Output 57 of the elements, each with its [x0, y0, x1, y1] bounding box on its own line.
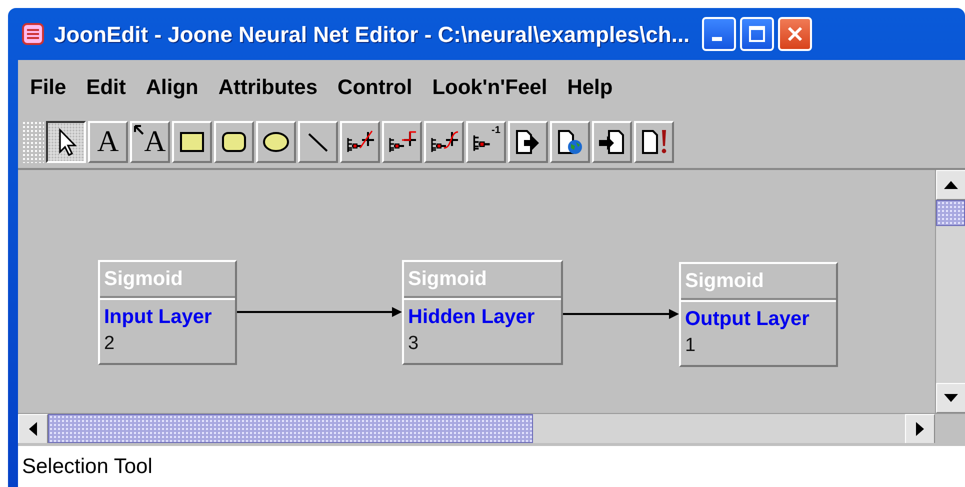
layer-node[interactable]: Sigmoid Input Layer 2 — [98, 260, 237, 365]
scroll-down-button[interactable] — [936, 383, 965, 413]
tool-button[interactable] — [256, 121, 296, 163]
layer-node[interactable]: Sigmoid Hidden Layer 3 — [402, 260, 563, 365]
toolbar-grip[interactable] — [22, 121, 44, 163]
tool-button[interactable] — [340, 121, 380, 163]
tool-button[interactable] — [634, 121, 674, 163]
left-arrow-icon — [29, 422, 37, 436]
arrow-icon — [134, 125, 144, 135]
horizontal-scrollbar[interactable] — [18, 413, 965, 443]
menu-item[interactable]: Edit — [78, 70, 134, 106]
scroll-up-button[interactable] — [936, 170, 965, 200]
right-arrow-icon — [916, 422, 924, 436]
layer-type: Sigmoid — [404, 262, 561, 298]
vertical-scrollbar[interactable] — [935, 170, 965, 413]
layer-node[interactable]: Sigmoid Output Layer 1 — [679, 262, 838, 367]
tool-button[interactable] — [592, 121, 632, 163]
tool-button[interactable] — [214, 121, 254, 163]
maximize-icon — [748, 25, 766, 43]
status-text: Selection Tool — [22, 454, 152, 480]
close-icon — [786, 25, 804, 43]
layer-size: 1 — [684, 334, 697, 358]
menu-item[interactable]: Align — [138, 70, 206, 106]
text-tool-button[interactable]: A — [130, 121, 170, 163]
up-arrow-icon — [944, 181, 958, 189]
layer-name: Hidden Layer — [407, 305, 536, 330]
layer-size: 3 — [407, 332, 420, 356]
layer-type: Sigmoid — [681, 264, 836, 300]
scroll-right-button[interactable] — [905, 414, 935, 444]
tool-button[interactable] — [298, 121, 338, 163]
minimize-button[interactable] — [702, 17, 736, 51]
down-arrow-icon — [944, 394, 958, 402]
menu-item[interactable]: Attributes — [210, 70, 326, 106]
scroll-thumb[interactable] — [936, 200, 965, 226]
scroll-left-button[interactable] — [18, 414, 48, 444]
pointer-tool-button[interactable] — [46, 121, 86, 163]
tool-button[interactable] — [550, 121, 590, 163]
tool-button[interactable] — [424, 121, 464, 163]
maximize-button[interactable] — [740, 17, 774, 51]
menu-item[interactable]: Control — [330, 70, 420, 106]
close-button[interactable] — [778, 17, 812, 51]
window-title: JoonEdit - Joone Neural Net Editor - C:\neural\examples\ch... — [54, 20, 690, 49]
minimize-icon — [712, 37, 722, 41]
tool-button[interactable] — [172, 121, 212, 163]
tool-button[interactable] — [508, 121, 548, 163]
layer-size: 2 — [103, 332, 116, 356]
tool-button[interactable] — [382, 121, 422, 163]
scroll-thumb[interactable] — [48, 414, 533, 443]
tool-button[interactable]: -1 — [466, 121, 506, 163]
text-tool-button[interactable]: A — [88, 121, 128, 163]
layer-type: Sigmoid — [100, 262, 235, 298]
layer-name: Input Layer — [103, 305, 213, 330]
menu-item[interactable]: File — [22, 70, 74, 106]
menu-item[interactable]: Help — [559, 70, 621, 106]
menu-item[interactable]: Look'n'Feel — [424, 70, 556, 106]
layer-name: Output Layer — [684, 307, 810, 332]
app-icon — [20, 21, 46, 47]
